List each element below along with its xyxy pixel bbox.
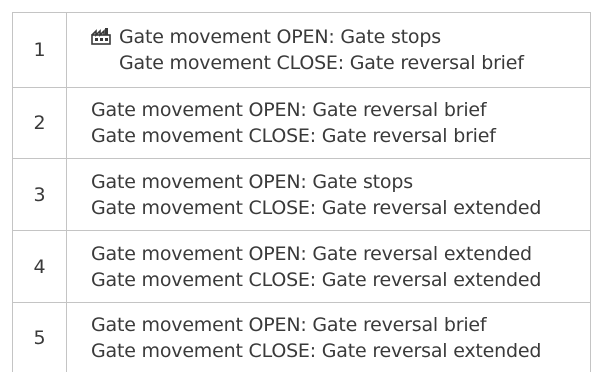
row-line-close: Gate movement CLOSE: Gate reversal exten… [91,196,542,219]
row-number: 3 [13,159,67,230]
row-number: 5 [13,303,67,372]
row-description: Gate movement OPEN: Gate reversal extend… [67,241,590,293]
row-number: 1 [13,13,67,87]
row-line-close: Gate movement CLOSE: Gate reversal exten… [91,339,542,362]
row-number: 2 [13,88,67,158]
table-row: 2 Gate movement OPEN: Gate reversal brie… [12,87,591,158]
row-number: 4 [13,231,67,302]
row-line-close: Gate movement CLOSE: Gate reversal brief [119,52,524,74]
row-description: Gate movement OPEN: Gate reversal brief … [67,97,590,149]
row-description: Gate movement OPEN: Gate stops Gate move… [67,169,590,221]
row-line-open: Gate movement OPEN: Gate stops [91,170,413,193]
row-line-close: Gate movement CLOSE: Gate reversal exten… [91,268,542,291]
row-line-open: Gate movement OPEN: Gate reversal brief [91,313,487,336]
row-description: Gate movement OPEN: Gate stops Gate move… [67,24,590,76]
row-description: Gate movement OPEN: Gate reversal brief … [67,312,590,364]
factory-icon [91,26,111,45]
table-row: 3 Gate movement OPEN: Gate stops Gate mo… [12,158,591,230]
row-line-close: Gate movement CLOSE: Gate reversal brief [91,125,496,147]
row-line-open: Gate movement OPEN: Gate reversal extend… [91,242,532,265]
row-line-open: Gate movement OPEN: Gate reversal brief [91,99,487,121]
table-row: 4 Gate movement OPEN: Gate reversal exte… [12,230,591,302]
gate-settings-table: 1 Gate movement OPEN: Gate stops Gate mo… [12,12,591,372]
row-line-open: Gate movement OPEN: Gate stops [119,26,441,48]
table-row: 5 Gate movement OPEN: Gate reversal brie… [12,302,591,372]
table-row: 1 Gate movement OPEN: Gate stops Gate mo… [12,12,591,87]
